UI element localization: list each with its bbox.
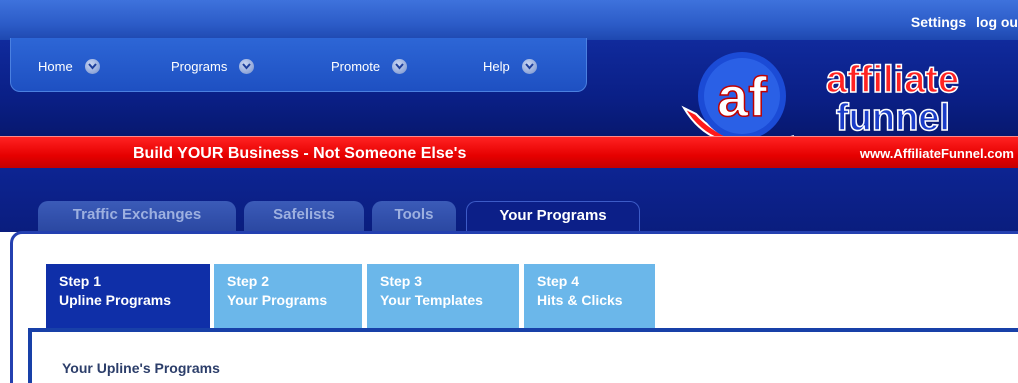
chevron-down-icon[interactable]	[239, 59, 255, 75]
chevron-down-icon[interactable]	[84, 59, 100, 75]
main-nav: Home Programs Promote Help	[10, 38, 587, 92]
logout-link[interactable]: log ou	[976, 14, 1018, 30]
tab-tools[interactable]: Tools	[372, 201, 456, 231]
logo-word-funnel: funnel	[836, 97, 950, 139]
step-number: Step 2	[227, 273, 270, 289]
step-label: Your Templates	[380, 292, 483, 308]
chevron-down-icon[interactable]	[521, 59, 537, 75]
step-4-tab[interactable]: Step 4 Hits & Clicks	[524, 264, 655, 329]
step-number: Step 1	[59, 273, 102, 289]
step-label: Your Programs	[227, 292, 328, 308]
chevron-down-icon[interactable]	[392, 59, 408, 75]
site-url: www.AffiliateFunnel.com	[859, 146, 1014, 161]
step-number: Step 3	[380, 273, 423, 289]
tab-safelists[interactable]: Safelists	[244, 201, 364, 231]
logo-word-affiliate: affiliate	[826, 59, 959, 101]
step-label: Upline Programs	[59, 292, 172, 308]
nav-home-label: Home	[38, 59, 73, 75]
step-1-tab[interactable]: Step 1 Upline Programs	[46, 264, 210, 329]
step-number: Step 4	[537, 273, 580, 289]
nav-promote[interactable]: Promote	[331, 58, 408, 75]
tab-your-programs[interactable]: Your Programs	[466, 201, 640, 231]
nav-programs-label: Programs	[171, 59, 228, 75]
tagline: Build YOUR Business - Not Someone Else's	[133, 145, 467, 162]
logo-badge: af	[717, 65, 767, 128]
account-links: Settings log ou	[905, 14, 1018, 30]
section-title: Your Upline's Programs	[62, 360, 220, 376]
top-bar: Settings log ou	[0, 0, 1018, 40]
settings-link[interactable]: Settings	[911, 14, 966, 30]
step-2-tab[interactable]: Step 2 Your Programs	[214, 264, 362, 329]
nav-home[interactable]: Home	[38, 58, 100, 75]
nav-promote-label: Promote	[331, 59, 381, 75]
tab-traffic-exchanges[interactable]: Traffic Exchanges	[38, 201, 236, 231]
tagline-banner: Build YOUR Business - Not Someone Else's…	[0, 136, 1018, 168]
nav-programs[interactable]: Programs	[171, 58, 255, 75]
step-label: Hits & Clicks	[537, 292, 623, 308]
nav-help[interactable]: Help	[483, 58, 537, 75]
step-3-tab[interactable]: Step 3 Your Templates	[367, 264, 519, 329]
nav-help-label: Help	[483, 59, 510, 75]
